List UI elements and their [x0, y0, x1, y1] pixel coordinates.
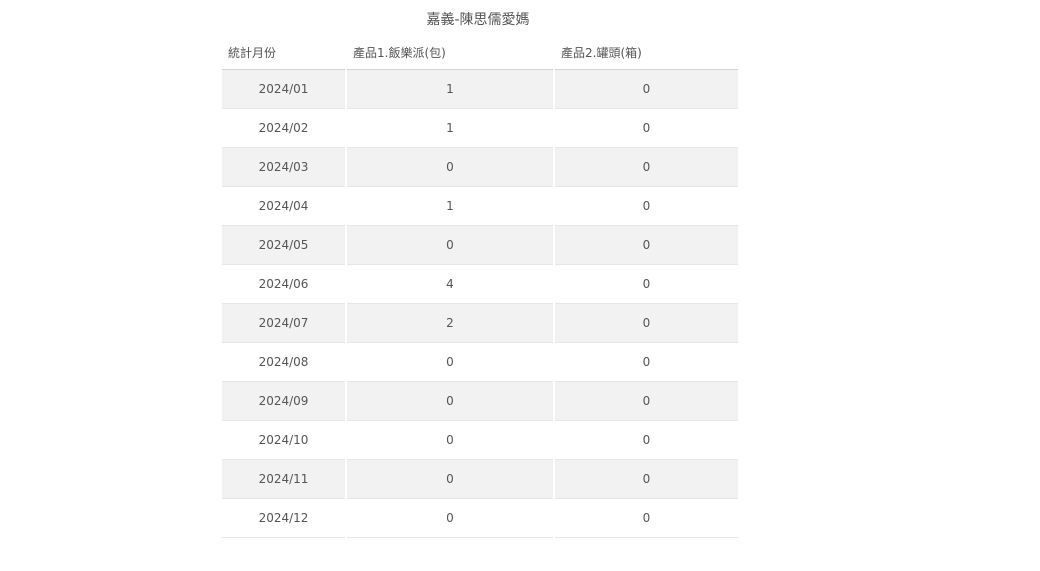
column-header-month: 統計月份: [222, 36, 345, 70]
cell-product-1-qty: 1: [347, 109, 553, 148]
cell-product-2-qty: 0: [555, 499, 738, 538]
column-header-product-1: 產品1.飯樂派(包): [347, 36, 553, 70]
table-row: 2024/03 0 0: [222, 148, 738, 187]
table-row: 2024/04 1 0: [222, 187, 738, 226]
table-row: 2024/09 0 0: [222, 382, 738, 421]
cell-product-1-qty: 2: [347, 304, 553, 343]
cell-month: 2024/01: [222, 70, 345, 109]
cell-month: 2024/08: [222, 343, 345, 382]
cell-month: 2024/11: [222, 460, 345, 499]
cell-month: 2024/09: [222, 382, 345, 421]
cell-month: 2024/02: [222, 109, 345, 148]
cell-product-2-qty: 0: [555, 304, 738, 343]
cell-product-2-qty: 0: [555, 70, 738, 109]
cell-month: 2024/03: [222, 148, 345, 187]
cell-product-1-qty: 1: [347, 187, 553, 226]
report-page: 嘉義-陳思儒愛媽 統計月份 產品1.飯樂派(包) 產品2.罐頭(箱) 2024/…: [0, 0, 1040, 571]
cell-product-2-qty: 0: [555, 109, 738, 148]
cell-product-2-qty: 0: [555, 226, 738, 265]
cell-product-1-qty: 4: [347, 265, 553, 304]
table-row: 2024/02 1 0: [222, 109, 738, 148]
cell-product-2-qty: 0: [555, 187, 738, 226]
table-header-row: 統計月份 產品1.飯樂派(包) 產品2.罐頭(箱): [222, 36, 738, 70]
cell-month: 2024/12: [222, 499, 345, 538]
cell-product-1-qty: 1: [347, 70, 553, 109]
cell-product-1-qty: 0: [347, 382, 553, 421]
column-header-product-2: 產品2.罐頭(箱): [555, 36, 738, 70]
table-row: 2024/05 0 0: [222, 226, 738, 265]
cell-month: 2024/05: [222, 226, 345, 265]
cell-month: 2024/07: [222, 304, 345, 343]
table-row: 2024/01 1 0: [222, 70, 738, 109]
cell-product-2-qty: 0: [555, 421, 738, 460]
monthly-stats-table: 統計月份 產品1.飯樂派(包) 產品2.罐頭(箱) 2024/01 1 0 2024/…: [220, 36, 740, 538]
table-row: 2024/12 0 0: [222, 499, 738, 538]
cell-product-1-qty: 0: [347, 148, 553, 187]
cell-product-1-qty: 0: [347, 460, 553, 499]
cell-product-2-qty: 0: [555, 265, 738, 304]
cell-month: 2024/04: [222, 187, 345, 226]
table-body: 2024/01 1 0 2024/02 1 0 2024/03 0 0 2024/04 1 0 2024…: [222, 70, 738, 538]
cell-month: 2024/06: [222, 265, 345, 304]
cell-product-1-qty: 0: [347, 226, 553, 265]
cell-product-2-qty: 0: [555, 343, 738, 382]
table-row: 2024/11 0 0: [222, 460, 738, 499]
cell-product-2-qty: 0: [555, 148, 738, 187]
table-row: 2024/06 4 0: [222, 265, 738, 304]
cell-product-1-qty: 0: [347, 343, 553, 382]
cell-product-2-qty: 0: [555, 460, 738, 499]
table-row: 2024/10 0 0: [222, 421, 738, 460]
cell-product-1-qty: 0: [347, 421, 553, 460]
cell-product-1-qty: 0: [347, 499, 553, 538]
cell-product-2-qty: 0: [555, 382, 738, 421]
cell-month: 2024/10: [222, 421, 345, 460]
table-row: 2024/07 2 0: [222, 304, 738, 343]
table-row: 2024/08 0 0: [222, 343, 738, 382]
report-title: 嘉義-陳思儒愛媽: [426, 12, 530, 28]
